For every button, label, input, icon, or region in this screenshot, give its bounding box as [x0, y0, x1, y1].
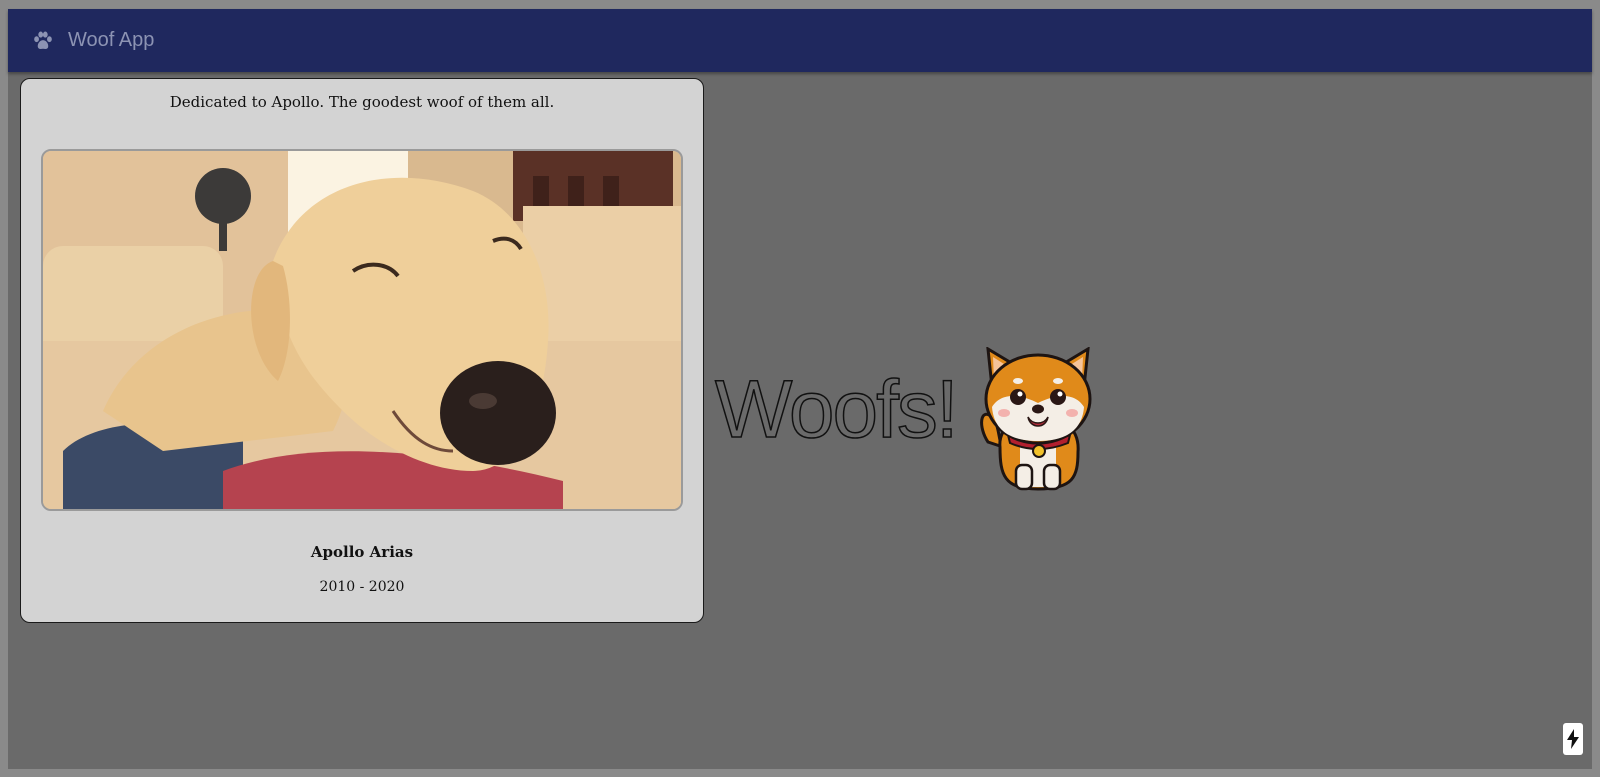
- shiba-dog-icon: [980, 347, 1092, 491]
- lightning-bolt-icon: [1567, 729, 1579, 749]
- dog-name: Apollo Arias: [310, 543, 414, 561]
- dedication-text: Dedicated to Apollo. The goodest woof of…: [169, 93, 555, 111]
- woofs-headline: Woofs!: [714, 364, 959, 455]
- app-title[interactable]: Woof App: [68, 29, 154, 52]
- lightning-button[interactable]: [1563, 723, 1583, 755]
- memorial-card: Dedicated to Apollo. The goodest woof of…: [20, 78, 704, 623]
- dog-years: 2010 - 2020: [319, 579, 405, 595]
- app-bar: Woof App: [8, 9, 1592, 72]
- app-frame: Woof App Dedicated to Apollo. The goodes…: [8, 9, 1592, 769]
- paw-icon: [34, 31, 52, 49]
- dog-photo: [41, 149, 683, 511]
